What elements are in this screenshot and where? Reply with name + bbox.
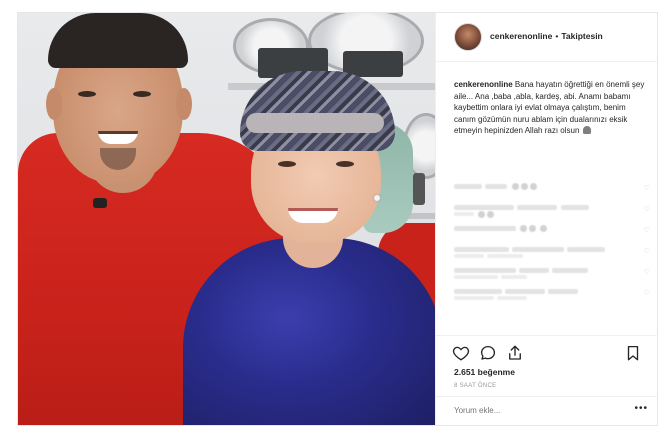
- post-header: cenkerenonline • Takiptesin: [436, 13, 658, 62]
- post-side-panel: cenkerenonline • Takiptesin cenkerenonline…: [435, 13, 658, 425]
- kitchen-bottle: [413, 173, 425, 205]
- likes-count[interactable]: 2.651 beğenme: [454, 367, 515, 377]
- lapel-mic: [93, 198, 107, 208]
- comment-input[interactable]: [454, 406, 624, 415]
- comment-like-icon[interactable]: ♡: [644, 226, 650, 234]
- heart-icon[interactable]: [452, 344, 470, 362]
- post-photo[interactable]: [18, 13, 435, 425]
- instagram-post: cenkerenonline • Takiptesin cenkerenonline…: [17, 12, 658, 426]
- username-link[interactable]: cenkerenonline: [490, 31, 552, 41]
- comment-like-icon[interactable]: ♡: [644, 289, 650, 297]
- man-ear: [176, 88, 192, 120]
- comment-icon[interactable]: [479, 344, 497, 362]
- man-eye: [133, 91, 151, 97]
- woman-eye: [336, 161, 354, 167]
- avatar[interactable]: [454, 23, 482, 51]
- woman-earring: [374, 195, 380, 201]
- comment-box: •••: [436, 396, 658, 426]
- post-caption: cenkerenonline Bana hayatın öğrettiği en…: [454, 79, 646, 137]
- comment-item: ♡: [454, 202, 650, 220]
- woman-headscarf-band: [246, 113, 384, 133]
- header-line: cenkerenonline • Takiptesin: [490, 31, 603, 41]
- follow-status[interactable]: Takiptesin: [561, 31, 602, 41]
- comment-item: ♡: [454, 265, 650, 283]
- comment-like-icon[interactable]: ♡: [644, 268, 650, 276]
- comment-item: ♡: [454, 244, 650, 262]
- bookmark-icon[interactable]: [624, 344, 642, 362]
- separator-dot: •: [555, 31, 559, 41]
- share-icon[interactable]: [506, 344, 524, 362]
- comment-like-icon[interactable]: ♡: [644, 247, 650, 255]
- woman-smile: [288, 208, 338, 223]
- comment-like-icon[interactable]: ♡: [644, 184, 650, 192]
- pray-icon: [582, 126, 591, 134]
- comment-item: ♡: [454, 286, 650, 304]
- comment-item: ♡: [454, 223, 650, 241]
- man-ear: [46, 88, 62, 120]
- action-bar: [436, 335, 658, 366]
- more-options-icon[interactable]: •••: [634, 403, 648, 414]
- comment-item: ♡: [454, 181, 650, 199]
- caption-username[interactable]: cenkerenonline: [454, 80, 513, 89]
- man-eye: [78, 91, 96, 97]
- man-hair: [48, 13, 188, 68]
- woman-eye: [278, 161, 296, 167]
- comment-like-icon[interactable]: ♡: [644, 205, 650, 213]
- comments-list: ♡ ♡ ♡ ♡ ♡ ♡: [454, 181, 650, 307]
- post-time: 8 SAAT ÖNCE: [454, 383, 497, 389]
